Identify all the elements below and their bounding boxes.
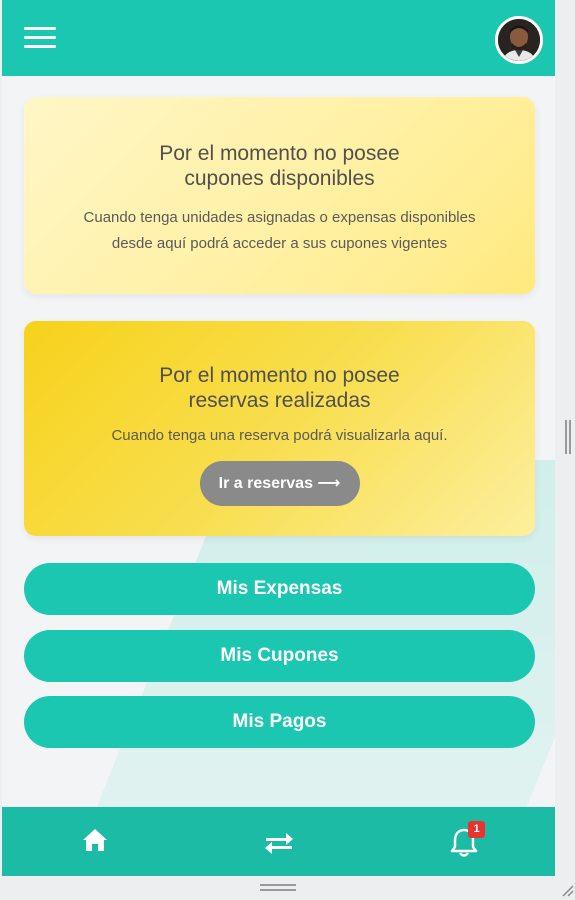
reservas-title-line1: Por el momento no posee (159, 364, 400, 387)
app-screen: Por el momento no posee cupones disponib… (2, 0, 555, 876)
top-bar (2, 0, 555, 76)
notification-badge: 1 (468, 821, 485, 838)
reservas-empty-card: Por el momento no posee reservas realiza… (24, 321, 535, 536)
avatar[interactable] (495, 16, 543, 64)
cupones-card-title: Por el momento no posee cupones disponib… (24, 97, 535, 191)
reservas-card-title: Por el momento no posee reservas realiza… (24, 321, 535, 413)
ir-a-reservas-button[interactable]: Ir a reservas ⟶ (199, 461, 360, 506)
bottom-drag-handle[interactable] (260, 884, 296, 892)
bell-icon[interactable]: 1 (449, 821, 485, 864)
hamburger-menu-icon[interactable] (24, 27, 56, 51)
home-icon[interactable] (81, 827, 109, 858)
reservas-card-description: Cuando tenga una reserva podrá visualiza… (111, 427, 448, 444)
mis-cupones-button[interactable]: Mis Cupones (24, 630, 535, 682)
cupones-empty-card: Por el momento no posee cupones disponib… (24, 97, 535, 294)
cupones-desc-line1: Cuando tenga unidades asignadas o expens… (83, 209, 476, 226)
transfer-arrows-icon[interactable] (264, 831, 294, 860)
bottom-nav-bar: 1 (2, 807, 555, 876)
cupones-title-line1: Por el momento no posee (159, 142, 400, 165)
mis-pagos-button[interactable]: Mis Pagos (24, 696, 535, 748)
cupones-title-line2: cupones disponibles (184, 167, 375, 190)
user-avatar-photo (498, 19, 540, 61)
resize-handle-icon[interactable] (560, 883, 574, 897)
cupones-card-description: Cuando tenga unidades asignadas o expens… (24, 205, 535, 257)
side-drag-handle[interactable] (565, 420, 571, 454)
cupones-desc-line2: desde aquí podrá acceder a sus cupones v… (111, 235, 448, 252)
reservas-title-line2: reservas realizadas (188, 389, 371, 412)
mis-expensas-button[interactable]: Mis Expensas (24, 563, 535, 615)
